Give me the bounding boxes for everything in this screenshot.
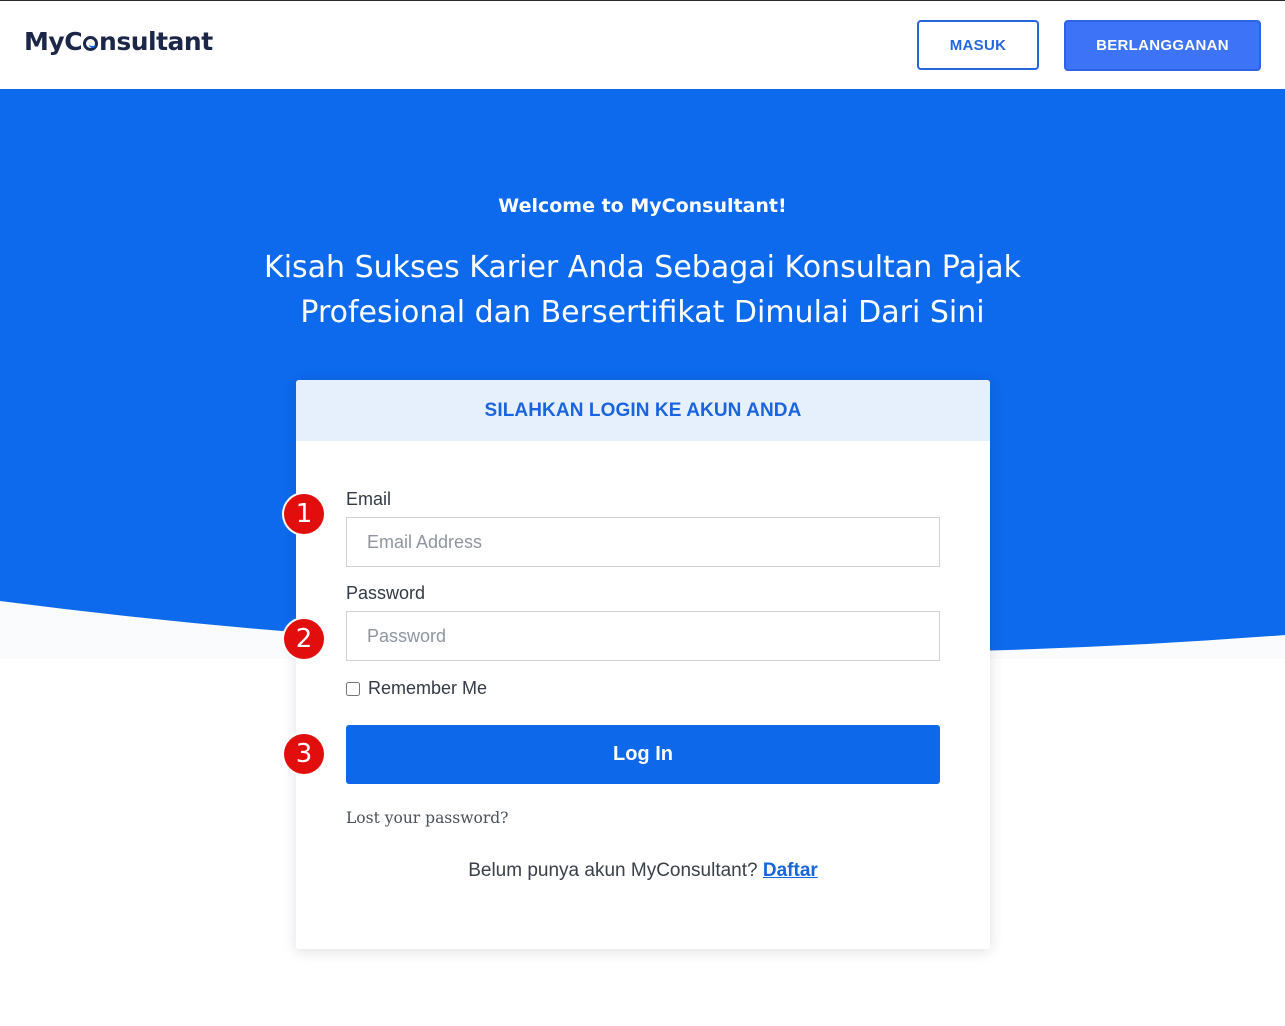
berlangganan-button[interactable]: BERLANGGANAN xyxy=(1064,20,1261,71)
welcome-text: Welcome to MyConsultant! xyxy=(0,195,1285,217)
login-card: SILAHKAN LOGIN KE AKUN ANDA Email Passwo… xyxy=(296,380,990,949)
hero-headline-line-1: Kisah Sukses Karier Anda Sebagai Konsult… xyxy=(200,245,1085,290)
remember-me-checkbox[interactable] xyxy=(346,682,360,696)
annotation-marker-2: 2 xyxy=(284,619,324,659)
site-header: My C nsultant MASUK BERLANGGANAN xyxy=(0,1,1285,89)
daftar-link[interactable]: Daftar xyxy=(763,860,818,881)
masuk-button[interactable]: MASUK xyxy=(917,20,1039,70)
logo-text-suffix: nsultant xyxy=(99,27,213,56)
email-label: Email xyxy=(346,489,391,510)
remember-me-label: Remember Me xyxy=(368,678,487,699)
annotation-marker-1: 1 xyxy=(284,494,324,534)
login-button[interactable]: Log In xyxy=(346,725,940,784)
email-input[interactable] xyxy=(346,517,940,567)
logo-o-mark-icon xyxy=(83,36,98,51)
password-input[interactable] xyxy=(346,611,940,661)
login-card-title: SILAHKAN LOGIN KE AKUN ANDA xyxy=(296,380,990,441)
logo-c-letter: C xyxy=(64,27,82,56)
password-label: Password xyxy=(346,583,425,604)
brand-logo[interactable]: My C nsultant xyxy=(24,27,213,56)
hero-headline: Kisah Sukses Karier Anda Sebagai Konsult… xyxy=(200,245,1085,335)
annotation-marker-3: 3 xyxy=(284,734,324,774)
hero-headline-line-2: Profesional dan Bersertifikat Dimulai Da… xyxy=(200,290,1085,335)
signup-prompt: Belum punya akun MyConsultant? Daftar xyxy=(296,860,990,882)
lost-password-link[interactable]: Lost your password? xyxy=(346,809,508,827)
logo-text-prefix: My xyxy=(24,27,64,56)
remember-me-row[interactable]: Remember Me xyxy=(346,678,487,699)
signup-prompt-text: Belum punya akun MyConsultant? xyxy=(468,860,763,881)
